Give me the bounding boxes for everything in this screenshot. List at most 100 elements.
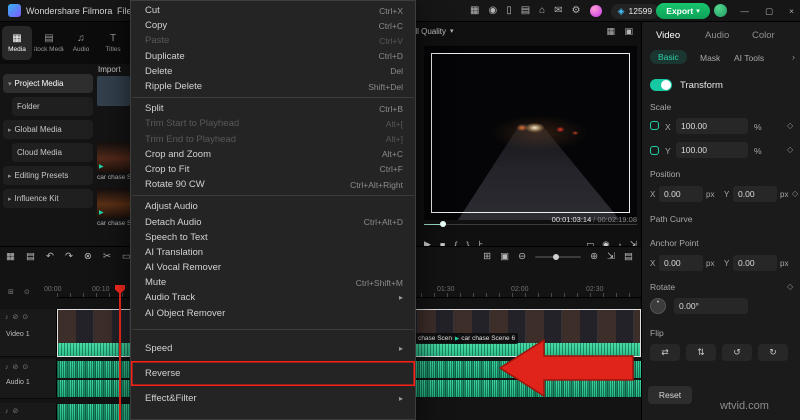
tree-item-global-media[interactable]: ▸ Global Media — [3, 120, 93, 139]
menu-item-delete[interactable]: Delete Del — [131, 64, 415, 79]
lock-icon[interactable]: ⊘ — [13, 407, 19, 415]
menu-item-ai-object-remover[interactable]: AI Object Remover — [131, 306, 415, 321]
picture-in-picture-icon[interactable]: ▣ — [624, 27, 633, 36]
menu-item-adjust-audio[interactable]: Adjust Audio — [131, 199, 415, 214]
menu-item-audio-track[interactable]: Audio Track ▸ — [131, 290, 415, 305]
gem-counter[interactable]: ◈ 12599 — [610, 3, 660, 19]
lock-icon[interactable]: ⊘ — [13, 313, 19, 321]
menu-item-effect-filter[interactable]: Effect&Filter ▸ — [131, 386, 415, 411]
position-y-input[interactable]: 0.00 — [733, 186, 777, 202]
preview-screen[interactable] — [424, 46, 637, 220]
tab-stock-media[interactable]: ▤ Stock Media — [34, 26, 64, 60]
undo-icon[interactable]: ↶ — [46, 251, 54, 262]
chevron-right-icon[interactable]: › — [792, 52, 795, 62]
menu-item-cut[interactable]: Cut Ctrl+X — [131, 3, 415, 18]
extra-track-header[interactable]: ♪ ⊘ — [0, 403, 57, 420]
flip-vertical-button[interactable]: ⇅ — [686, 344, 716, 361]
maximize-button[interactable]: ▢ — [765, 6, 773, 17]
tab-audio-inspector[interactable]: Audio — [705, 30, 729, 41]
media-panel-icon[interactable]: ▤ — [26, 251, 35, 262]
tab-video[interactable]: Video — [656, 30, 680, 41]
ai-credits-icon[interactable] — [589, 5, 602, 17]
keyframe-icon[interactable]: ◇ — [792, 189, 798, 198]
layout-icon[interactable]: ▦ — [606, 27, 615, 36]
scissors-icon[interactable]: ✂ — [103, 251, 111, 262]
media-thumbnail-car-chase-5[interactable]: ▶ — [97, 142, 130, 172]
lock-icon[interactable]: ⊘ — [13, 363, 19, 371]
add-track-icon[interactable]: ⊞ — [8, 288, 14, 296]
tree-item-editing-presets[interactable]: ▸ Editing Presets — [3, 166, 93, 185]
reset-button[interactable]: Reset — [648, 386, 692, 404]
add-marker-icon[interactable]: ⊞ — [483, 251, 491, 262]
eye-icon[interactable]: ⊙ — [22, 363, 28, 371]
menu-item-copy[interactable]: Copy Ctrl+C — [131, 18, 415, 33]
tree-item-influence-kit[interactable]: ▸ Influence Kit — [3, 189, 93, 208]
menu-item-ai-vocal-remover[interactable]: AI Vocal Remover — [131, 260, 415, 275]
transform-toggle[interactable] — [650, 79, 672, 91]
tree-item-folder[interactable]: Folder — [12, 97, 93, 116]
tab-color[interactable]: Color — [752, 30, 775, 41]
snapshot-icon[interactable]: ▣ — [500, 251, 509, 262]
tree-item-cloud-media[interactable]: Cloud Media — [12, 143, 93, 162]
anchor-y-input[interactable]: 0.00 — [733, 255, 777, 271]
tab-media[interactable]: ▦ Media — [2, 26, 32, 60]
media-thumbnail-car-chase-6[interactable]: ▶ — [97, 188, 130, 218]
menu-item-crop-to-fit[interactable]: Crop to Fit Ctrl+F — [131, 162, 415, 177]
menu-item-rotate-90-cw[interactable]: Rotate 90 CW Ctrl+Alt+Right — [131, 177, 415, 192]
rotate-input[interactable]: 0.00° — [674, 298, 748, 314]
settings-icon[interactable]: ⚙ — [572, 6, 581, 16]
device-icon[interactable]: ▯ — [506, 6, 512, 16]
position-x-input[interactable]: 0.00 — [659, 186, 703, 202]
track-list-icon[interactable]: ▤ — [624, 251, 633, 262]
rotate-knob[interactable] — [650, 298, 666, 314]
keyframe-icon[interactable]: ◇ — [787, 282, 793, 291]
fit-timeline-icon[interactable]: ⇲ — [607, 251, 615, 262]
eye-icon[interactable]: ⊙ — [22, 313, 28, 321]
minimize-button[interactable]: — — [741, 6, 750, 16]
menu-item-speech-to-text[interactable]: Speech to Text — [131, 230, 415, 245]
keyframe-icon[interactable]: ◇ — [787, 145, 793, 154]
selection-frame[interactable] — [431, 53, 630, 213]
seek-bar[interactable] — [424, 224, 637, 225]
redo-icon[interactable]: ↷ — [65, 251, 73, 262]
menu-item-detach-audio[interactable]: Detach Audio Ctrl+Alt+D — [131, 214, 415, 229]
mute-icon[interactable]: ♪ — [5, 314, 9, 321]
audio-track-header[interactable]: ♪ ⊘ ⊙ Audio 1 — [0, 359, 57, 399]
rotate-ccw-button[interactable]: ↺ — [722, 344, 752, 361]
mute-icon[interactable]: ♪ — [5, 364, 9, 371]
scale-x-input[interactable]: 100.00 — [676, 118, 748, 134]
tab-audio[interactable]: ♫ Audio — [66, 26, 96, 60]
close-button[interactable]: × — [789, 6, 794, 16]
seek-handle[interactable] — [440, 221, 446, 227]
subtab-ai-tools[interactable]: AI Tools — [734, 53, 764, 63]
keyframe-icon[interactable]: ◇ — [787, 121, 793, 130]
grid-icon[interactable]: ▦ — [6, 251, 15, 262]
menu-item-ripple-delete[interactable]: Ripple Delete Shift+Del — [131, 79, 415, 94]
subtab-mask[interactable]: Mask — [700, 53, 720, 63]
tab-titles[interactable]: T Titles — [98, 26, 128, 60]
menu-item-reverse[interactable]: Reverse — [131, 361, 415, 386]
menu-item-speed[interactable]: Speed ▸ — [131, 336, 415, 361]
rotate-cw-button[interactable]: ↻ — [758, 344, 788, 361]
zoom-out-icon[interactable]: ⊖ — [518, 251, 526, 262]
grid-icon[interactable]: ▦ — [470, 6, 479, 16]
home-icon[interactable]: ⌂ — [539, 6, 545, 16]
zoom-slider[interactable] — [535, 253, 582, 260]
trash-icon[interactable]: ⊗ — [84, 251, 92, 262]
media-icon[interactable]: ▤ — [521, 6, 530, 16]
export-button[interactable]: Export ▾ — [656, 3, 710, 19]
menu-item-duplicate[interactable]: Duplicate Ctrl+D — [131, 49, 415, 64]
message-icon[interactable]: ✉ — [554, 6, 562, 16]
menu-item-mute[interactable]: Mute Ctrl+Shift+M — [131, 275, 415, 290]
avatar[interactable] — [714, 4, 727, 17]
menu-item-crop-and-zoom[interactable]: Crop and Zoom Alt+C — [131, 147, 415, 162]
anchor-x-input[interactable]: 0.00 — [659, 255, 703, 271]
link-scale-icon[interactable] — [650, 146, 659, 155]
record-icon[interactable]: ◉ — [488, 6, 497, 16]
zoom-in-icon[interactable]: ⊕ — [590, 251, 598, 262]
video-track-header[interactable]: ♪ ⊘ ⊙ Video 1 — [0, 309, 57, 357]
subtab-basic[interactable]: Basic — [650, 50, 687, 64]
magnet-icon[interactable]: ⊙ — [24, 288, 30, 296]
tree-item-project-media[interactable]: ▾ Project Media — [3, 74, 93, 93]
menu-item-ai-translation[interactable]: AI Translation — [131, 245, 415, 260]
